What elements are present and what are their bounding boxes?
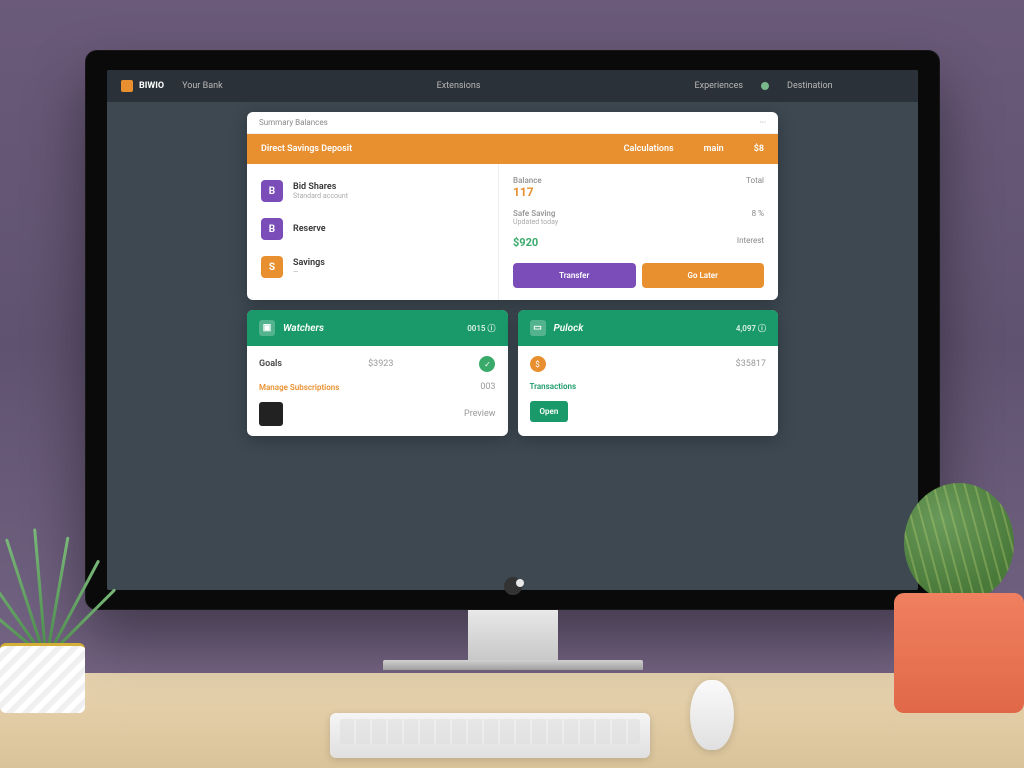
account-icon: B: [261, 218, 283, 240]
item-title: Savings: [293, 258, 325, 268]
thumb-label: Preview: [464, 409, 495, 419]
app-screen: BIWIO Your Bank Extensions Experiences D…: [107, 70, 918, 590]
row-value: $3923: [368, 359, 393, 369]
list-item[interactable]: S Savings —: [247, 248, 498, 286]
stat-right: 8 %: [752, 209, 764, 218]
link-value: 003: [480, 382, 495, 392]
panel-subheader: Summary Balances ···: [247, 112, 778, 134]
card-meta[interactable]: 0015 ⓘ: [467, 323, 495, 334]
stats-column: Balance 117 Total Safe Saving Updated to…: [498, 164, 778, 300]
item-sub: —: [293, 268, 325, 276]
header-value: $8: [754, 144, 764, 154]
currency-icon: $: [530, 356, 546, 372]
keyboard: [330, 713, 650, 758]
check-icon: ✓: [479, 356, 495, 372]
monitor: BIWIO Your Bank Extensions Experiences D…: [85, 50, 940, 670]
bookmark-icon: ▣: [259, 320, 275, 336]
stat-label: Balance: [513, 176, 542, 185]
row-label: Goals: [259, 359, 282, 369]
brand-logo[interactable]: BIWIO: [121, 80, 164, 92]
transfer-button[interactable]: Transfer: [513, 263, 636, 288]
logo-mark-icon: [121, 80, 133, 92]
brand-text: BIWIO: [139, 81, 164, 91]
header-title: Direct Savings Deposit: [261, 144, 352, 154]
item-title: Reserve: [293, 224, 326, 234]
accounts-panel: Summary Balances ··· Direct Savings Depo…: [247, 112, 778, 300]
header-mid: Calculations: [624, 144, 674, 154]
stat-label: Safe Saving: [513, 209, 558, 218]
panel-header: Direct Savings Deposit Calculations main…: [247, 134, 778, 164]
later-button[interactable]: Go Later: [642, 263, 765, 288]
watchers-card: ▣ Watchers 0015 ⓘ Goals $3923 ✓ Mana: [247, 310, 508, 436]
stat-right: Interest: [737, 236, 764, 245]
nav-link[interactable]: Experiences: [695, 81, 744, 91]
stat-value: 117: [513, 185, 542, 199]
nav-link[interactable]: Extensions: [437, 81, 481, 91]
card-meta[interactable]: 4,097 ⓘ: [736, 323, 766, 334]
nav-link[interactable]: Your Bank: [182, 81, 223, 91]
item-sub: Standard account: [293, 192, 348, 200]
top-nav: BIWIO Your Bank Extensions Experiences D…: [107, 70, 918, 102]
accounts-list: B Bid Shares Standard account B Reserve: [247, 164, 498, 300]
stat-right: Total: [746, 176, 764, 185]
row-value: $35817: [736, 359, 766, 369]
stat-value: $920: [513, 236, 538, 249]
apple-logo-icon: [504, 577, 522, 595]
item-title: Bid Shares: [293, 182, 348, 192]
account-icon: B: [261, 180, 283, 202]
account-icon: S: [261, 256, 283, 278]
mouse: [690, 680, 734, 750]
nav-link[interactable]: Destination: [787, 81, 833, 91]
plant-right: [879, 483, 1024, 713]
card-header: ▣ Watchers 0015 ⓘ: [247, 310, 508, 346]
thumbnail-icon[interactable]: [259, 402, 283, 426]
card-title: Pulock: [554, 323, 584, 334]
more-icon[interactable]: ···: [760, 118, 766, 127]
stat-sub: Updated today: [513, 218, 558, 226]
card-chip-icon: ▭: [530, 320, 546, 336]
subscriptions-link[interactable]: Manage Subscriptions: [259, 383, 339, 392]
transactions-link[interactable]: Transactions: [530, 382, 577, 391]
header-tag: main: [704, 144, 724, 154]
subheader-label: Summary Balances: [259, 118, 328, 127]
card-title: Watchers: [283, 323, 324, 334]
card-header: ▭ Pulock 4,097 ⓘ: [518, 310, 779, 346]
status-dot-icon: [761, 82, 769, 90]
list-item[interactable]: B Reserve: [247, 210, 498, 248]
list-item[interactable]: B Bid Shares Standard account: [247, 172, 498, 210]
open-button[interactable]: Open: [530, 401, 569, 422]
plant-left: [0, 533, 100, 713]
pulock-card: ▭ Pulock 4,097 ⓘ $ $35817 Transactions: [518, 310, 779, 436]
